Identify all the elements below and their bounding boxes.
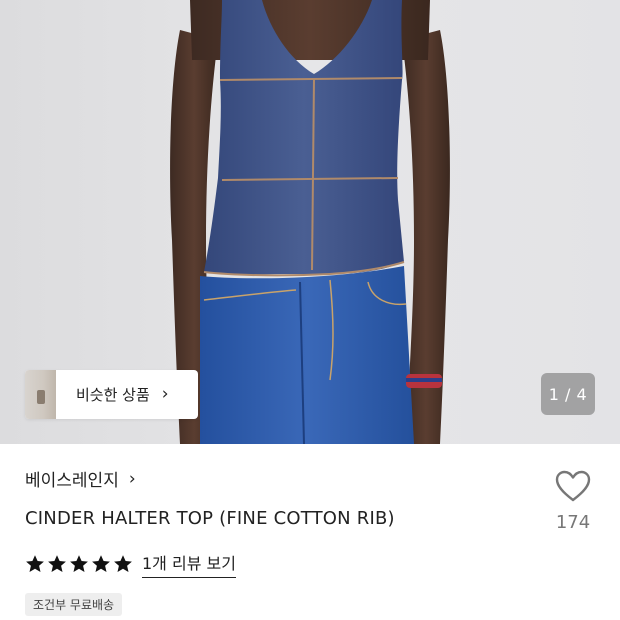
star-icon [70,555,88,572]
similar-products-label: 비슷한 상품 [76,386,150,404]
star-icon [114,555,132,572]
product-image-gallery[interactable]: 비슷한 상품 › 1 / 4 [0,0,620,444]
chevron-right-icon: › [161,384,169,404]
star-rating [25,554,133,574]
chevron-right-icon: › [128,468,136,489]
like-count: 174 [555,512,591,533]
similar-products-button[interactable]: 비슷한 상품 › [25,370,198,419]
product-detail-screen: 비슷한 상품 › 1 / 4 베이스레인지 › CINDER HALTER TO… [0,0,620,620]
review-link[interactable]: 1개 리뷰 보기 [142,550,236,578]
shipping-badge: 조건부 무료배송 [25,593,123,616]
heart-icon [555,470,591,502]
image-page-indicator: 1 / 4 [541,373,595,415]
brand-name: 베이스레인지 [25,471,119,491]
star-icon [92,555,110,572]
rating-row: 1개 리뷰 보기 [25,550,236,578]
star-icon [48,555,66,572]
star-icon [26,555,44,572]
like-button[interactable]: 174 [548,470,598,533]
similar-product-thumbnail [25,370,56,419]
product-title: CINDER HALTER TOP (FINE COTTON RIB) [25,508,395,529]
brand-link[interactable]: 베이스레인지 › [25,466,136,492]
